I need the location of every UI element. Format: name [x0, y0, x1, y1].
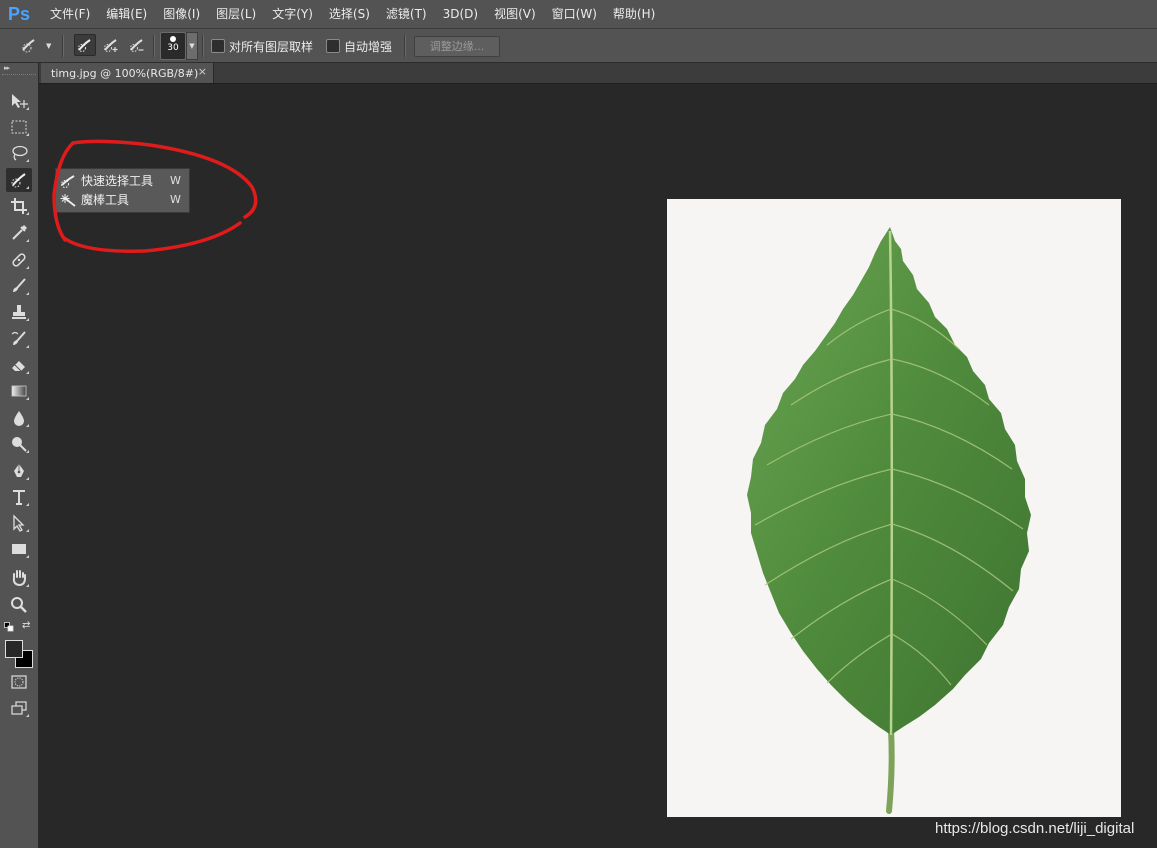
brush-dropdown-icon[interactable]: ▼	[186, 32, 198, 60]
eyedropper-icon	[12, 224, 28, 240]
default-colors-icon[interactable]	[4, 621, 14, 632]
zoom-tool[interactable]	[6, 593, 32, 617]
add-selection-icon	[104, 39, 118, 52]
tool-preset-picker[interactable]	[20, 34, 42, 56]
menu-edit[interactable]: 编辑(E)	[98, 0, 155, 28]
separator	[62, 35, 64, 57]
quick-mask-icon	[11, 675, 27, 689]
red-annotation-circle	[52, 139, 258, 253]
hand-icon	[12, 570, 26, 587]
menu-window[interactable]: 窗口(W)	[544, 0, 605, 28]
subtract-from-selection-button[interactable]	[126, 34, 148, 56]
brush-icon	[13, 278, 26, 292]
menu-filter[interactable]: 滤镜(T)	[378, 0, 435, 28]
zoom-icon	[11, 597, 27, 613]
app-logo: Ps	[7, 3, 31, 24]
quick-selection-tool[interactable]	[6, 168, 32, 192]
clone-stamp-tool[interactable]	[6, 300, 32, 324]
new-selection-button[interactable]	[74, 34, 96, 56]
history-brush-icon	[11, 331, 26, 345]
menu-help[interactable]: 帮助(H)	[605, 0, 663, 28]
rectangle-icon	[12, 544, 26, 554]
document-tab-title: timg.jpg @ 100%(RGB/8#)	[51, 66, 199, 80]
quick-selection-icon	[22, 39, 35, 53]
clone-stamp-icon	[12, 305, 26, 319]
gradient-icon	[11, 385, 27, 397]
healing-brush-tool[interactable]	[6, 248, 32, 272]
crop-tool[interactable]	[6, 194, 32, 218]
color-swatches	[5, 638, 35, 668]
menu-view[interactable]: 视图(V)	[486, 0, 544, 28]
auto-enhance-label: 自动增强	[344, 40, 393, 54]
add-to-selection-button[interactable]	[100, 34, 122, 56]
quick-selection-icon	[78, 39, 91, 52]
document-tab-strip: timg.jpg @ 100%(RGB/8#) ×	[39, 63, 1157, 84]
collapse-panel-icon[interactable]: ▸▸	[4, 64, 10, 72]
preset-dropdown-icon[interactable]: ▼	[46, 42, 51, 50]
dodge-tool[interactable]	[6, 432, 32, 456]
brush-size-picker[interactable]: 30	[160, 32, 186, 60]
menu-layer[interactable]: 图层(L)	[208, 0, 264, 28]
menu-select[interactable]: 选择(S)	[321, 0, 378, 28]
brush-tool[interactable]	[6, 274, 32, 298]
lasso-icon	[12, 145, 28, 161]
menu-type[interactable]: 文字(Y)	[264, 0, 321, 28]
crop-icon	[11, 198, 27, 214]
panel-grip[interactable]	[2, 74, 36, 77]
watermark-text: https://blog.csdn.net/liji_digital	[935, 820, 1135, 837]
foreground-color-swatch[interactable]	[5, 640, 23, 658]
menu-bar: Ps 文件(F) 编辑(E) 图像(I) 图层(L) 文字(Y) 选择(S) 滤…	[0, 0, 1157, 29]
document-canvas-image[interactable]	[667, 199, 1121, 817]
pen-tool[interactable]	[6, 459, 32, 483]
separator	[153, 35, 155, 57]
options-bar: ▼ 30 ▼ 对所有图层取样 自动增强 调整边缘...	[0, 29, 1157, 63]
quick-selection-icon	[11, 173, 26, 188]
lasso-tool[interactable]	[6, 141, 32, 165]
swap-colors-icon[interactable]: ⇄	[22, 620, 30, 631]
marquee-icon	[11, 120, 27, 134]
separator	[202, 35, 204, 57]
blur-icon	[14, 411, 24, 426]
path-selection-tool[interactable]	[6, 511, 32, 535]
brush-size-value: 30	[167, 43, 179, 53]
move-icon	[12, 94, 28, 108]
screen-mode-button[interactable]	[6, 696, 32, 720]
screen-mode-icon	[11, 701, 27, 715]
move-tool[interactable]	[6, 89, 32, 113]
menu-image[interactable]: 图像(I)	[155, 0, 208, 28]
rectangle-tool[interactable]	[6, 537, 32, 561]
blur-tool[interactable]	[6, 406, 32, 430]
tools-panel: ▸▸ ⇄	[0, 63, 39, 848]
gradient-tool[interactable]	[6, 379, 32, 403]
eraser-tool[interactable]	[6, 353, 32, 377]
hand-tool[interactable]	[6, 566, 32, 590]
marquee-tool[interactable]	[6, 115, 32, 139]
path-selection-icon	[13, 514, 25, 532]
dodge-icon	[12, 437, 27, 452]
type-icon	[13, 490, 25, 505]
healing-brush-icon	[12, 253, 26, 267]
type-tool[interactable]	[6, 485, 32, 509]
sample-all-layers-label: 对所有图层取样	[229, 40, 314, 54]
auto-enhance-checkbox[interactable]	[326, 39, 340, 53]
history-brush-tool[interactable]	[6, 327, 32, 351]
menu-file[interactable]: 文件(F)	[42, 0, 98, 28]
leaf-photo	[667, 199, 1121, 817]
default-colors-glyph	[4, 622, 14, 632]
brush-tip-icon	[170, 36, 176, 42]
refine-edge-button[interactable]: 调整边缘...	[414, 36, 500, 57]
quick-mask-button[interactable]	[6, 670, 32, 694]
eyedropper-tool[interactable]	[6, 221, 32, 245]
document-tab[interactable]: timg.jpg @ 100%(RGB/8#) ×	[41, 63, 214, 83]
subtract-selection-icon	[130, 39, 144, 52]
separator	[404, 35, 406, 57]
sample-all-layers-checkbox[interactable]	[211, 39, 225, 53]
menu-3d[interactable]: 3D(D)	[435, 0, 486, 28]
pen-icon	[14, 464, 24, 477]
close-icon[interactable]: ×	[198, 65, 207, 78]
eraser-icon	[12, 361, 25, 372]
